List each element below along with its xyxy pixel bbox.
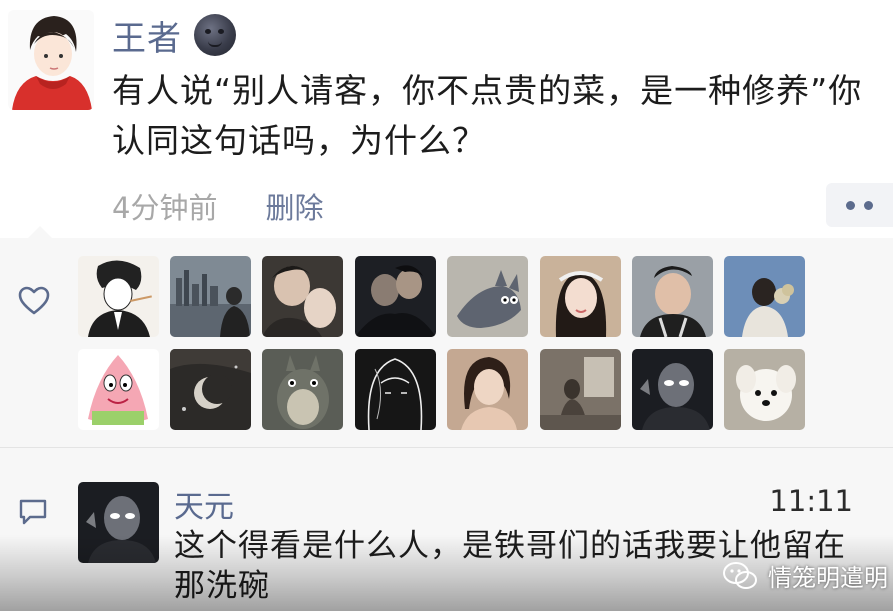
panel-notch [28,226,52,238]
post-time: 4分钟前 [112,191,218,225]
author-avatar[interactable] [8,10,94,110]
like-avatar-1[interactable] [78,256,159,337]
like-avatar-14[interactable] [540,349,621,430]
like-avatar-6[interactable] [540,256,621,337]
like-avatar-12[interactable] [355,349,436,430]
like-avatar-13[interactable] [447,349,528,430]
like-avatar-2[interactable] [170,256,251,337]
like-avatar-9[interactable] [78,349,159,430]
post-author-name[interactable]: 王者 [112,11,182,60]
like-avatar-7[interactable] [632,256,713,337]
like-avatar-8[interactable] [724,256,805,337]
more-dot [864,200,873,210]
like-avatar-5[interactable] [447,256,528,337]
wechat-icon [723,561,757,589]
delete-button[interactable]: 删除 [265,185,323,227]
heart-outline-icon [18,286,50,315]
like-avatar-3[interactable] [262,256,343,337]
commenter-avatar[interactable] [78,482,159,563]
like-avatar-15[interactable] [632,349,713,430]
more-dots-icon [846,200,855,210]
comment-time: 11:11 [769,484,853,518]
like-avatar-10[interactable] [170,349,251,430]
commenter-name[interactable]: 天元 [174,482,234,526]
watermark: 情笼明遣明 [722,558,888,593]
watermark-text: 情笼明遣明 [768,564,888,592]
post-text: 有人说“别人请客，你不点贵的菜，是一种修养”你认同这句话吗，为什么？ [112,71,863,160]
like-avatar-11[interactable] [262,349,343,430]
like-avatar-4[interactable] [355,256,436,337]
like-avatar-16[interactable] [724,349,805,430]
new-moon-face-icon [194,14,236,56]
more-options-button[interactable] [826,183,893,227]
comment-bubble-icon [19,499,47,525]
